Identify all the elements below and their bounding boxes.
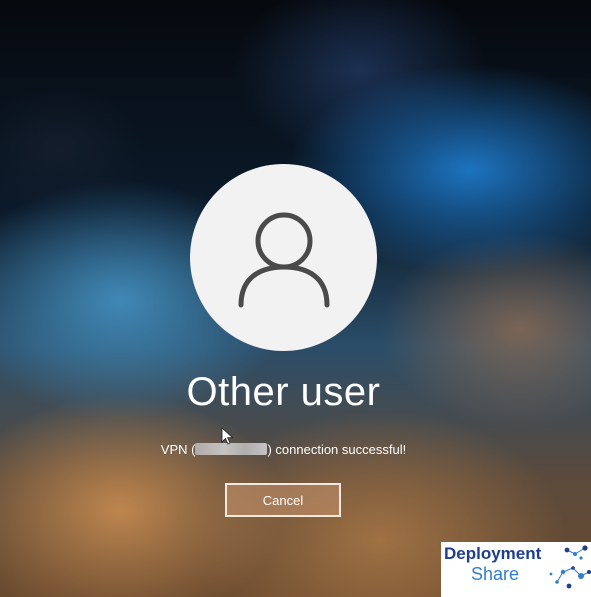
user-silhouette-icon <box>238 212 329 307</box>
vpn-status-prefix: VPN ( <box>160 442 196 457</box>
mouse-pointer-icon <box>221 427 234 445</box>
deployment-share-logo: Deployment Share <box>441 542 591 597</box>
vpn-status-suffix: ) connection successful! <box>267 442 407 457</box>
user-avatar <box>190 164 377 351</box>
lock-screen: Other user VPN ( ) connection successful!… <box>0 0 591 597</box>
vpn-status-message: VPN ( ) connection successful! <box>0 442 567 457</box>
cancel-button[interactable]: Cancel <box>225 483 341 517</box>
user-name-title: Other user <box>186 370 381 414</box>
network-dots-icon <box>549 545 591 589</box>
logo-text-share: Share <box>471 564 520 584</box>
